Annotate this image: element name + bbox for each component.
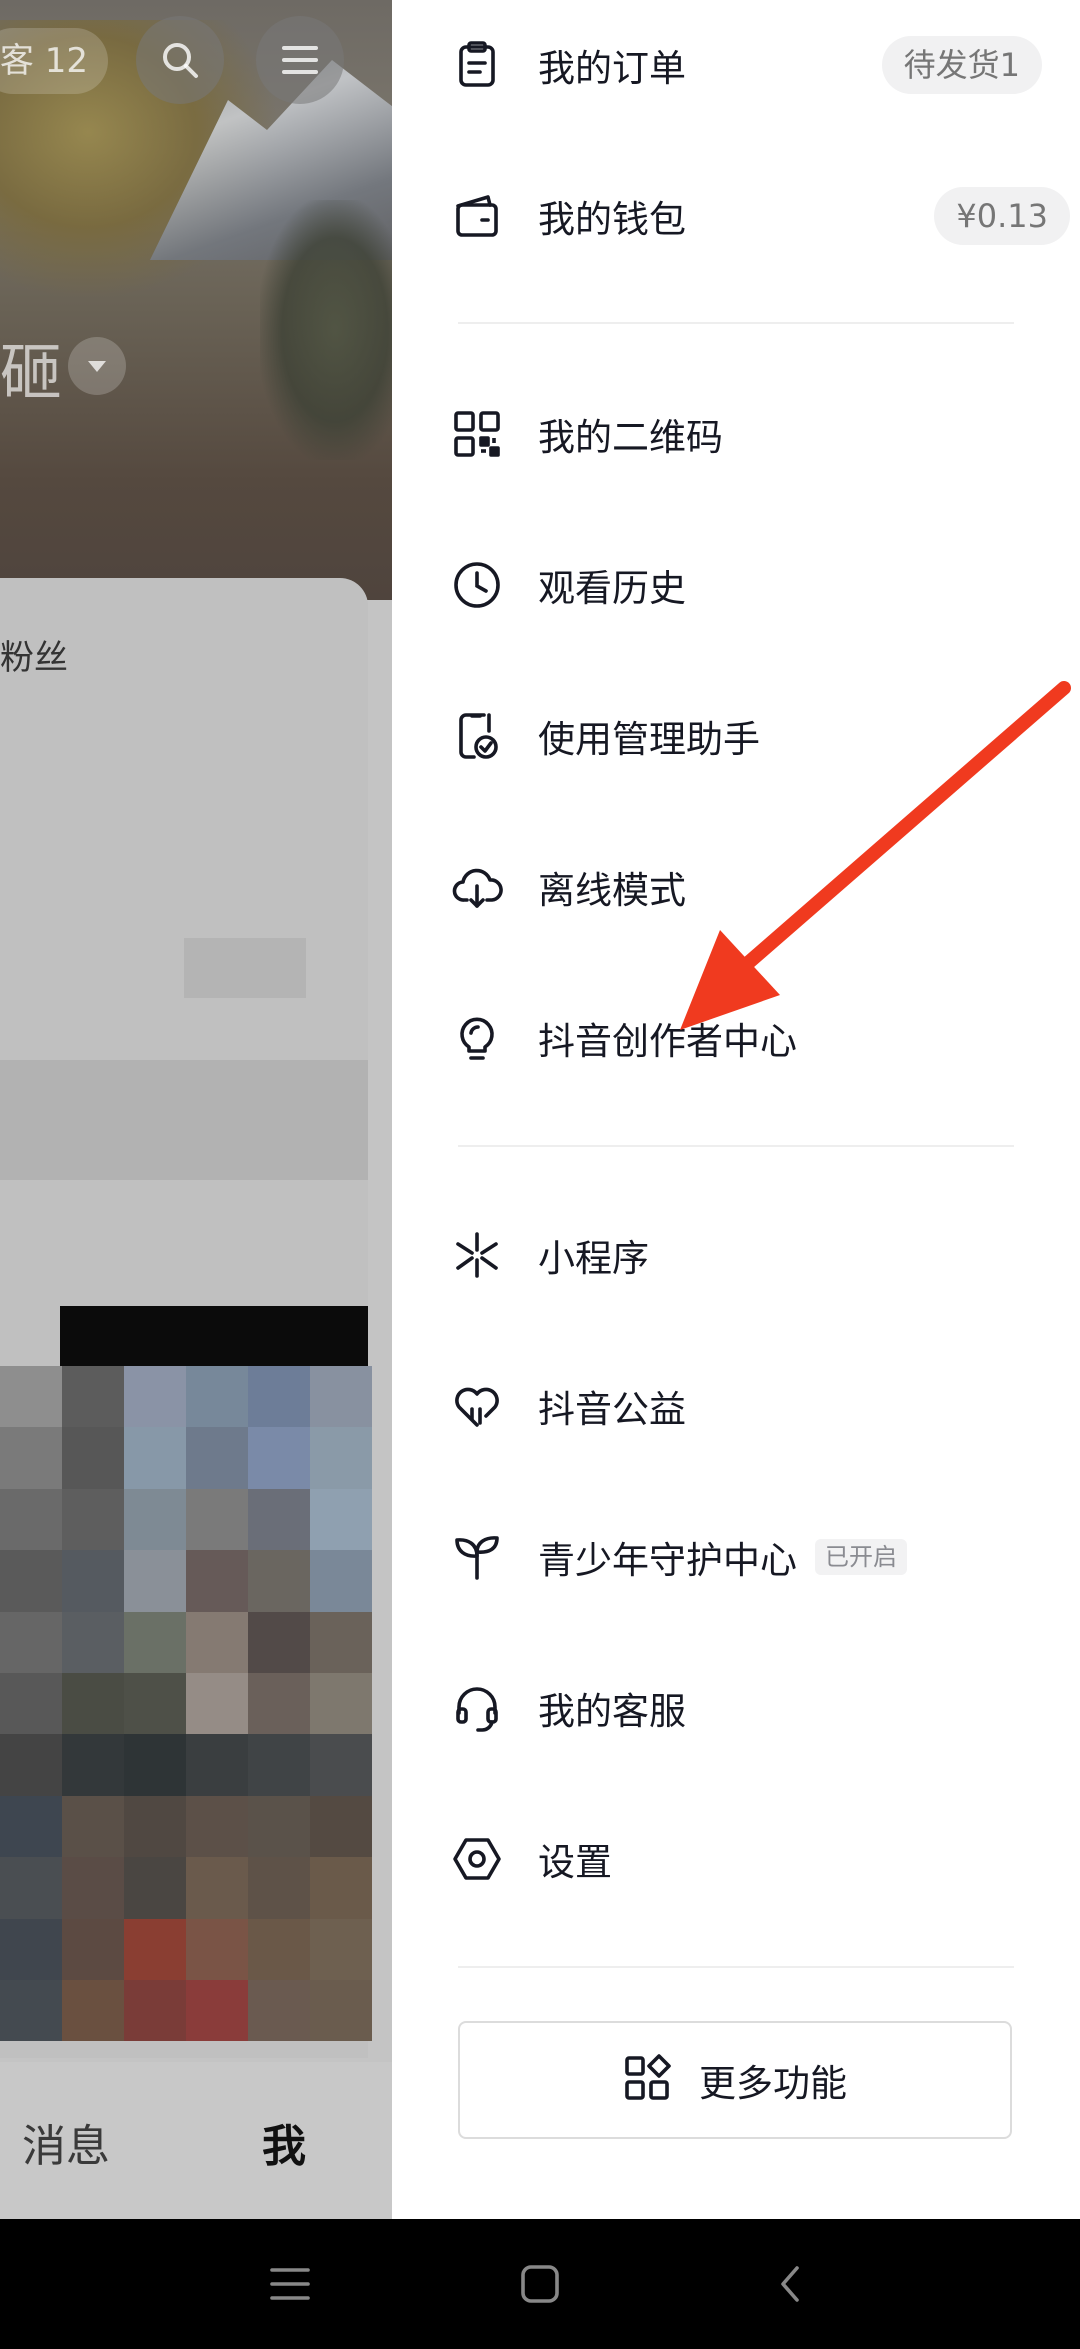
profile-name: 砸 bbox=[0, 336, 63, 409]
system-navigation-bar bbox=[0, 2219, 1080, 2349]
video-thumbnail-header bbox=[60, 1306, 368, 1366]
menu-item-usage-manager[interactable]: 使用管理助手 bbox=[430, 686, 1042, 786]
tab-strip bbox=[0, 1060, 368, 1180]
chevron-down-icon[interactable] bbox=[68, 337, 126, 395]
menu-item-label: 离线模式 bbox=[538, 869, 686, 912]
profile-button[interactable] bbox=[184, 938, 306, 998]
divider bbox=[458, 1966, 1014, 1968]
youth-mode-status-tag: 已开启 bbox=[815, 1539, 907, 1575]
tab-messages[interactable]: 消息 bbox=[22, 2110, 110, 2174]
phone-check-icon bbox=[450, 709, 504, 763]
menu-item-mini-programs[interactable]: 小程序 bbox=[430, 1205, 1042, 1305]
settings-hexagon-icon bbox=[450, 1832, 504, 1886]
menu-item-label: 设置 bbox=[538, 1841, 612, 1884]
more-features-label: 更多功能 bbox=[699, 2062, 847, 2105]
wallet-icon bbox=[450, 189, 504, 243]
menu-item-customer-service[interactable]: 我的客服 bbox=[430, 1658, 1042, 1758]
search-icon[interactable] bbox=[136, 16, 224, 104]
grid-apps-icon bbox=[623, 2054, 671, 2106]
menu-item-label: 抖音公益 bbox=[538, 1388, 686, 1431]
menu-item-label: 我的二维码 bbox=[538, 416, 723, 459]
cloud-download-icon bbox=[450, 860, 504, 914]
menu-item-my-wallet[interactable]: 我的钱包 ¥0.13 bbox=[430, 166, 1070, 266]
visitor-count-pill[interactable]: 客 12 bbox=[0, 28, 108, 94]
menu-item-douyin-charity[interactable]: 抖音公益 bbox=[430, 1356, 1042, 1456]
qr-code-icon bbox=[450, 407, 504, 461]
menu-item-creator-center[interactable]: 抖音创作者中心 bbox=[430, 988, 1042, 1088]
wallet-balance-badge: ¥0.13 bbox=[934, 187, 1070, 245]
tab-me[interactable]: 我 bbox=[262, 2110, 306, 2174]
more-features-button[interactable]: 更多功能 bbox=[458, 2021, 1012, 2139]
menu-item-label: 青少年守护中心 bbox=[538, 1539, 797, 1582]
headset-icon bbox=[450, 1681, 504, 1735]
profile-background: 客 12 砸 粉丝 消息 我 bbox=[0, 0, 392, 2219]
sprout-icon bbox=[450, 1530, 504, 1584]
clock-icon bbox=[450, 558, 504, 612]
menu-item-label: 我的订单 bbox=[538, 47, 686, 90]
lightbulb-icon bbox=[450, 1011, 504, 1065]
back-icon[interactable] bbox=[750, 2249, 830, 2319]
menu-item-label: 使用管理助手 bbox=[538, 718, 760, 761]
fans-label: 粉丝 bbox=[0, 638, 68, 678]
menu-item-label: 观看历史 bbox=[538, 567, 686, 610]
menu-item-label: 我的客服 bbox=[538, 1690, 686, 1733]
clipboard-icon bbox=[450, 38, 504, 92]
side-drawer: 我的订单 待发货1 我的钱包 ¥0.13 我的二维码 观看历史 使用管理助手 离… bbox=[392, 0, 1080, 2219]
menu-item-label: 抖音创作者中心 bbox=[538, 1020, 797, 1063]
heart-charity-icon bbox=[450, 1379, 504, 1433]
menu-item-label: 小程序 bbox=[538, 1237, 649, 1280]
menu-icon[interactable] bbox=[250, 2249, 330, 2319]
menu-item-offline-mode[interactable]: 离线模式 bbox=[430, 837, 1042, 937]
order-status-badge: 待发货1 bbox=[881, 36, 1042, 94]
divider bbox=[458, 1145, 1014, 1147]
mini-program-icon bbox=[450, 1228, 504, 1282]
menu-item-watch-history[interactable]: 观看历史 bbox=[430, 535, 1042, 635]
menu-item-label: 我的钱包 bbox=[538, 198, 686, 241]
menu-item-my-qr-code[interactable]: 我的二维码 bbox=[430, 384, 1042, 484]
home-icon[interactable] bbox=[500, 2249, 580, 2319]
divider bbox=[458, 322, 1014, 324]
menu-icon[interactable] bbox=[256, 16, 344, 104]
menu-item-my-orders[interactable]: 我的订单 待发货1 bbox=[430, 15, 1042, 115]
menu-item-settings[interactable]: 设置 bbox=[430, 1809, 1042, 1909]
pixelated-video-thumbnail[interactable] bbox=[0, 1366, 372, 2042]
menu-item-youth-protection[interactable]: 青少年守护中心 已开启 bbox=[430, 1507, 1042, 1607]
